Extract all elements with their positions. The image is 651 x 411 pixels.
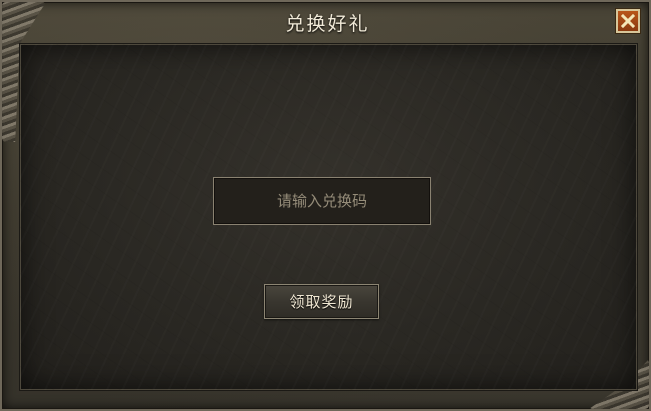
close-button[interactable]	[616, 9, 640, 33]
close-x-icon	[621, 14, 635, 28]
redeem-code-input[interactable]	[213, 177, 431, 225]
dialog-title: 兑换好礼	[285, 12, 370, 35]
dialog-title-bar: 兑换好礼	[2, 2, 651, 42]
claim-reward-button[interactable]: 领取奖励	[264, 284, 379, 319]
gift-redeem-dialog: 兑换好礼 领取奖励	[0, 0, 651, 411]
